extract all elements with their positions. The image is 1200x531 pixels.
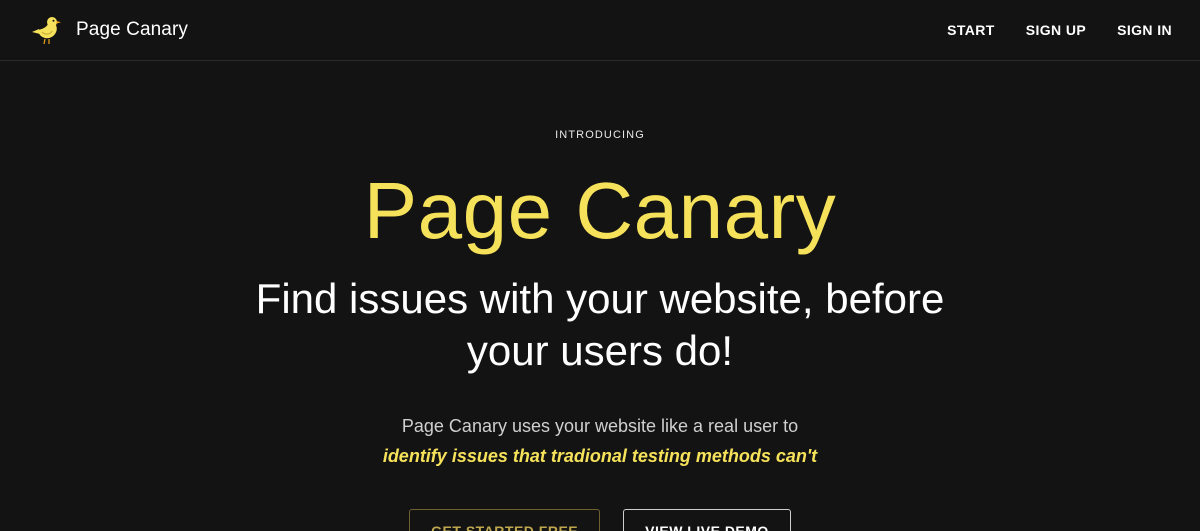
hero-eyebrow: INTRODUCING — [555, 129, 645, 141]
nav-links: START SIGN UP SIGN IN — [916, 22, 1172, 38]
nav-link-start[interactable]: START — [947, 22, 995, 38]
nav-link-sign-in[interactable]: SIGN IN — [1117, 22, 1172, 38]
cta-row: GET STARTED FREE VIEW LIVE DEMO — [0, 509, 1200, 531]
get-started-button[interactable]: GET STARTED FREE — [409, 509, 601, 531]
hero-description-emphasis: identify issues that tradional testing m… — [382, 446, 818, 466]
hero-description-block: Page Canary uses your website like a rea… — [0, 411, 1200, 471]
view-demo-button[interactable]: VIEW LIVE DEMO — [623, 509, 791, 531]
navbar: Page Canary START SIGN UP SIGN IN — [0, 0, 1200, 61]
canary-bird-icon — [32, 17, 61, 45]
nav-link-sign-up[interactable]: SIGN UP — [1026, 22, 1086, 38]
brand-link[interactable]: Page Canary — [30, 15, 188, 45]
hero-description: Page Canary uses your website like a rea… — [401, 416, 799, 436]
brand-name: Page Canary — [76, 19, 189, 40]
hero-section: INTRODUCING Page Canary Find issues with… — [0, 129, 1200, 531]
hero-title: Page Canary — [363, 166, 837, 255]
hero-subtitle: Find issues with your website, before yo… — [255, 275, 945, 374]
